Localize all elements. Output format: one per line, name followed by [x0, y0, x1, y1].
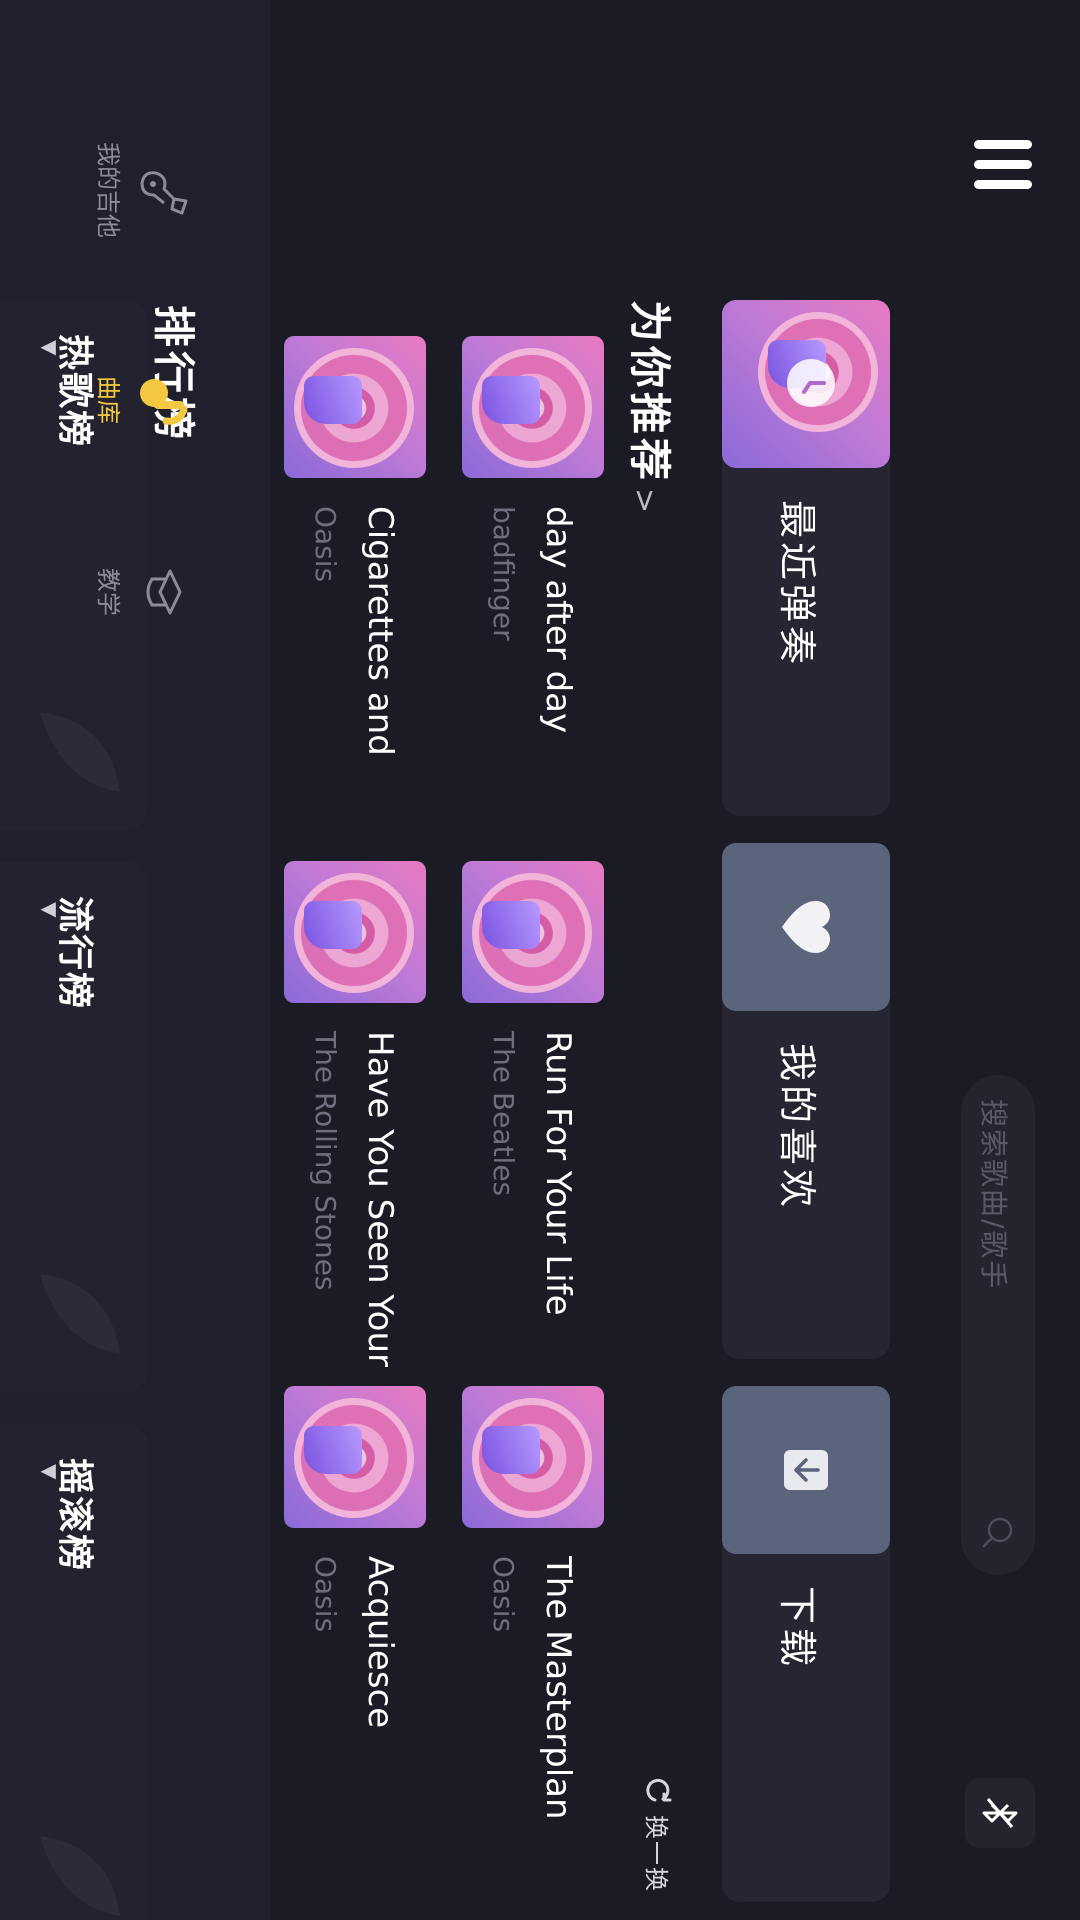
refresh-button[interactable]: 换一换 — [641, 1775, 676, 1893]
search-input[interactable]: 搜索歌曲/歌手 — [961, 1075, 1035, 1575]
search-icon — [982, 1517, 1013, 1548]
favorites-thumb — [722, 843, 890, 1011]
nav-label: 教学 — [94, 568, 122, 616]
downloads-card[interactable]: 下载 — [722, 1386, 890, 1902]
recent-played-card[interactable]: 最近弹奏 — [722, 300, 890, 816]
album-cover — [462, 336, 604, 478]
clock-icon — [787, 359, 835, 407]
teaching-hat-icon — [146, 569, 182, 615]
leaf-decoration-icon — [40, 1274, 120, 1354]
refresh-label: 换一换 — [642, 1815, 670, 1893]
my-favorites-card[interactable]: 我的喜欢 — [722, 843, 890, 1359]
guitar-icon — [140, 171, 188, 215]
caret-down-icon: ▼ — [38, 1464, 62, 1480]
nav-item-library[interactable]: 曲库 — [70, 330, 190, 470]
recent-cover — [722, 300, 890, 468]
song-item[interactable]: Acquiesce Oasis — [284, 1386, 426, 1906]
song-item[interactable]: Cigarettes and Oasis — [284, 336, 426, 856]
song-item[interactable]: Run For Your Life The Beatles — [462, 861, 604, 1381]
caret-down-icon: ▼ — [38, 902, 62, 918]
chevron-right-icon: > — [627, 488, 662, 518]
bluetooth-off-button[interactable] — [965, 1778, 1035, 1848]
song-title: Have You Seen Your — [360, 1031, 400, 1368]
recommend-title-text: 为你推荐 — [625, 300, 674, 485]
my-favorites-label: 我的喜欢 — [775, 1043, 819, 1212]
song-artist: badfinger — [487, 506, 520, 641]
recent-played-label: 最近弹奏 — [775, 500, 819, 669]
album-cover — [462, 1386, 604, 1528]
bluetooth-off-icon — [982, 1798, 1018, 1828]
nav-item-my-guitar[interactable]: 我的吉他 — [70, 120, 190, 260]
song-artist: Oasis — [487, 1556, 520, 1633]
recommend-title[interactable]: 为你推荐> — [622, 300, 683, 517]
downloads-label: 下载 — [775, 1586, 819, 1671]
song-artist: The Rolling Stones — [309, 1031, 342, 1291]
song-item[interactable]: The Masterplan Oasis — [462, 1386, 604, 1906]
leaf-decoration-icon — [40, 1836, 120, 1916]
song-item[interactable]: day after day badfinger — [462, 336, 604, 856]
heart-icon — [782, 901, 830, 953]
song-artist: Oasis — [309, 506, 342, 583]
search-placeholder: 搜索歌曲/歌手 — [977, 1099, 1010, 1291]
album-cover — [284, 336, 426, 478]
song-title: Cigarettes and — [360, 506, 400, 756]
album-cover — [462, 861, 604, 1003]
album-cover — [284, 861, 426, 1003]
song-title: The Masterplan — [538, 1556, 578, 1820]
song-artist: Oasis — [309, 1556, 342, 1633]
leaf-decoration-icon — [40, 712, 120, 792]
download-icon — [784, 1450, 828, 1490]
song-title: Acquiesce — [360, 1556, 400, 1729]
song-item[interactable]: Have You Seen Your The Rolling Stones — [284, 861, 426, 1381]
downloads-thumb — [722, 1386, 890, 1554]
menu-icon[interactable] — [972, 140, 1032, 200]
album-cover — [284, 1386, 426, 1528]
song-title: Run For Your Life — [538, 1031, 578, 1316]
ranking-card-pop[interactable]: 流行榜 ▼ — [0, 862, 148, 1392]
refresh-icon — [646, 1778, 672, 1802]
song-artist: The Beatles — [487, 1031, 520, 1197]
app-screen: 搜索歌曲/歌手 最近弹奏 我的喜欢 下载 为你推荐> 换一换 day after… — [0, 0, 1080, 1920]
nav-label: 曲库 — [94, 376, 122, 424]
ranking-card-rock[interactable]: 摇滚榜 ▼ — [0, 1424, 148, 1920]
song-title: day after day — [538, 506, 578, 734]
nav-label: 我的吉他 — [94, 142, 122, 238]
caret-down-icon: ▼ — [38, 340, 62, 356]
nav-item-teaching[interactable]: 教学 — [70, 522, 190, 662]
music-note-icon — [140, 379, 188, 425]
